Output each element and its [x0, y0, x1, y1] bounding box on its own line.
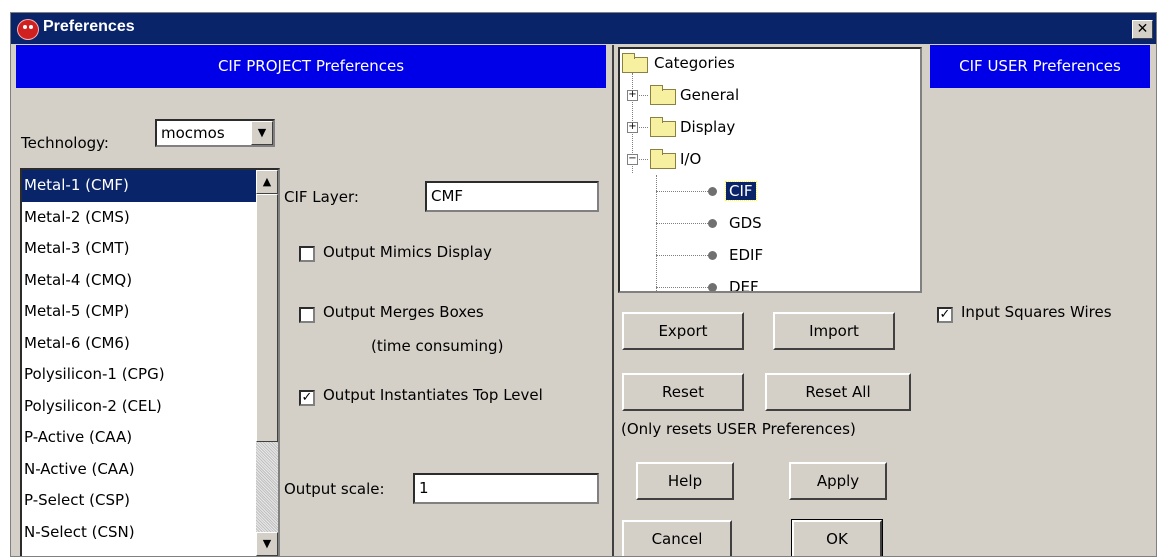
reset-note: (Only resets USER Preferences) [621, 420, 856, 438]
import-button[interactable]: Import [773, 312, 895, 350]
layer-item[interactable]: Polysilicon-1 (CPG) [22, 359, 278, 391]
layer-item[interactable]: N-Active (CAA) [22, 454, 278, 486]
cif-layer-field[interactable]: CMF [425, 181, 599, 212]
scale-field[interactable]: 1 [413, 473, 599, 504]
folder-icon [650, 117, 676, 137]
scroll-down-icon[interactable]: ▼ [256, 532, 278, 556]
layer-item[interactable]: Metal-1 (CMF) [22, 170, 278, 202]
app-icon [17, 19, 39, 40]
category-tree[interactable]: Categories + General + Display − I/O CIF… [618, 47, 922, 293]
technology-value: mocmos [161, 124, 225, 142]
tree-item-cif[interactable]: CIF [725, 178, 757, 204]
layer-items: Metal-1 (CMF) Metal-2 (CMS) Metal-3 (CMT) M… [22, 170, 278, 556]
close-icon: ✕ [1136, 21, 1149, 37]
layer-item[interactable]: Metal-6 (CM6) [22, 328, 278, 360]
technology-select[interactable]: mocmos ▼ [155, 119, 275, 147]
folder-icon [650, 85, 676, 105]
folder-icon [622, 53, 648, 73]
reset-button[interactable]: Reset [622, 373, 744, 411]
merges-label: Output Merges Boxes [323, 303, 484, 321]
layer-item[interactable]: P-Well (CWP) [22, 548, 278, 556]
tree-line [656, 223, 712, 224]
layer-item[interactable]: P-Select (CSP) [22, 485, 278, 517]
instantiates-checkbox[interactable]: ✓ [299, 390, 315, 406]
tree-line [656, 175, 657, 291]
ok-button[interactable]: OK [791, 519, 883, 556]
tree-item-general[interactable]: General [680, 82, 739, 108]
scale-label: Output scale: [284, 480, 385, 498]
tree-line [656, 191, 712, 192]
user-preferences-panel: CIF USER Preferences ✓ Input Squares Wir… [928, 45, 1150, 556]
squares-wires-label: Input Squares Wires [961, 303, 1112, 321]
merges-checkbox[interactable] [299, 307, 315, 323]
tree-line [656, 287, 712, 288]
layer-list-scrollbar[interactable]: ▲ ▼ [256, 170, 278, 556]
mimics-label: Output Mimics Display [323, 243, 492, 261]
layer-item[interactable]: Metal-2 (CMS) [22, 202, 278, 234]
title-bar: Preferences ✕ [11, 13, 1156, 44]
cancel-button[interactable]: Cancel [622, 520, 732, 556]
help-button[interactable]: Help [636, 462, 734, 500]
reset-all-button[interactable]: Reset All [765, 373, 911, 411]
layer-item[interactable]: P-Active (CAA) [22, 422, 278, 454]
tree-leaf-dot-icon [708, 283, 717, 291]
scroll-thumb[interactable] [256, 194, 278, 442]
combo-arrow-icon[interactable]: ▼ [251, 121, 273, 145]
layer-item[interactable]: Metal-3 (CMT) [22, 233, 278, 265]
project-preferences-header: CIF PROJECT Preferences [16, 45, 606, 88]
tree-leaf-dot-icon [708, 251, 717, 260]
layer-item[interactable]: N-Select (CSN) [22, 517, 278, 549]
folder-icon [650, 149, 676, 169]
checkmark-icon: ✓ [939, 307, 951, 322]
tree-item-gds[interactable]: GDS [729, 210, 762, 236]
layer-item[interactable]: Metal-5 (CMP) [22, 296, 278, 328]
export-button[interactable]: Export [622, 312, 744, 350]
checkmark-icon: ✓ [301, 390, 313, 405]
apply-button[interactable]: Apply [789, 462, 887, 500]
mimics-checkbox[interactable] [299, 246, 315, 262]
layer-list[interactable]: Metal-1 (CMF) Metal-2 (CMS) Metal-3 (CMT) M… [20, 168, 280, 556]
cif-layer-label: CIF Layer: [284, 188, 359, 206]
tree-line [656, 255, 712, 256]
tree-item-edif[interactable]: EDIF [729, 242, 763, 268]
tree-leaf-dot-icon [708, 219, 717, 228]
tree-item-def[interactable]: DEF [729, 274, 759, 291]
instantiates-label: Output Instantiates Top Level [323, 386, 543, 404]
tree-leaf-dot-icon [708, 187, 717, 196]
tree-expander-icon[interactable]: + [627, 90, 638, 101]
categories-panel: Categories + General + Display − I/O CIF… [612, 45, 930, 556]
tree-expander-icon[interactable]: + [627, 122, 638, 133]
close-button[interactable]: ✕ [1132, 20, 1153, 39]
technology-label: Technology: [21, 134, 109, 152]
merges-note: (time consuming) [371, 337, 504, 355]
layer-item[interactable]: Polysilicon-2 (CEL) [22, 391, 278, 423]
window-title: Preferences [43, 18, 135, 35]
tree-item-cif-label: CIF [725, 181, 757, 201]
tree-item-io[interactable]: I/O [680, 146, 701, 172]
tree-item-display[interactable]: Display [680, 114, 735, 140]
scroll-up-icon[interactable]: ▲ [256, 170, 278, 194]
layer-item[interactable]: Metal-4 (CMQ) [22, 265, 278, 297]
tree-item-categories[interactable]: Categories [654, 50, 735, 76]
user-preferences-header: CIF USER Preferences [930, 45, 1150, 88]
tree-expander-icon[interactable]: − [627, 154, 638, 165]
project-preferences-panel: CIF PROJECT Preferences Technology: mocm… [16, 45, 606, 556]
squares-wires-checkbox[interactable]: ✓ [937, 307, 953, 323]
preferences-window: Preferences ✕ CIF PROJECT Preferences Te… [10, 12, 1157, 557]
